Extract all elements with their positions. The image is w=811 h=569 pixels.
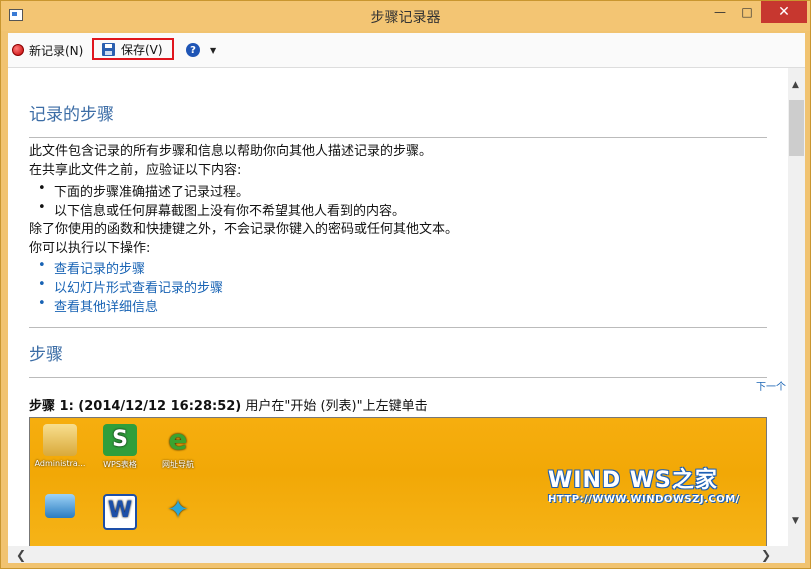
bullet-item: 下面的步骤准确描述了记录过程。 <box>38 181 249 200</box>
title-bar: 步骤记录器 — □ ✕ <box>1 1 810 31</box>
next-link[interactable]: 下一个 <box>756 378 786 393</box>
scroll-right-icon[interactable]: ❯ <box>761 548 771 562</box>
can-do-text: 你可以执行以下操作: <box>29 241 151 256</box>
chevron-down-icon[interactable]: ▼ <box>210 46 216 55</box>
logo-url: HTTP://WWW.WINDOWSZJ.COM/ <box>548 494 740 505</box>
toolbar: 新记录(N) 保存(V) ? ▼ <box>8 33 805 68</box>
desktop-icon-label: WPS表格 <box>103 460 137 469</box>
save-button[interactable]: 保存(V) <box>92 38 174 60</box>
vertical-scrollbar[interactable]: ▲ ▼ <box>788 68 805 546</box>
desktop-icon-label: Administra... <box>34 459 86 468</box>
maximize-button[interactable]: □ <box>734 1 760 23</box>
link-slideshow[interactable]: 以幻灯片形式查看记录的步骤 <box>38 277 223 296</box>
user-folder-icon <box>43 424 77 456</box>
intro-text: 此文件包含记录的所有步骤和信息以帮助你向其他人描述记录的步骤。 <box>29 144 433 159</box>
section-title-recorded-steps: 记录的步骤 <box>29 105 114 125</box>
minimize-button[interactable]: — <box>707 1 733 23</box>
step-description: 用户在"开始 (列表)"上左键单击 <box>241 399 428 414</box>
window-title: 步骤记录器 <box>370 10 441 26</box>
desktop-icon-bird: ✦ <box>148 494 208 529</box>
scroll-thumb[interactable] <box>789 100 804 156</box>
desktop-icon-label: 网址导航 <box>162 460 194 469</box>
close-button[interactable]: ✕ <box>761 1 807 23</box>
desktop-icon-administrator: Administra... <box>30 424 90 468</box>
close-icon: ✕ <box>778 4 790 20</box>
minimize-icon: — <box>714 5 726 19</box>
horizontal-scrollbar[interactable]: ❮ ❯ <box>8 546 805 563</box>
desktop-icon-nav: e 网址导航 <box>148 424 208 470</box>
divider <box>29 377 767 378</box>
desktop-icon-computer <box>30 494 90 521</box>
save-label: 保存(V) <box>121 42 163 57</box>
scroll-up-icon[interactable]: ▲ <box>792 80 799 90</box>
desktop-icon-wps-writer: W <box>90 494 150 533</box>
desktop-icon-wps-table: S WPS表格 <box>90 424 150 470</box>
new-record-button[interactable]: 新记录(N) <box>12 39 83 61</box>
document-view: 记录的步骤 此文件包含记录的所有步骤和信息以帮助你向其他人描述记录的步骤。 在共… <box>8 68 788 546</box>
new-record-label: 新记录(N) <box>29 43 84 58</box>
record-icon <box>12 44 24 56</box>
section-title-steps: 步骤 <box>29 345 63 365</box>
wps-writer-icon: W <box>103 494 137 530</box>
app-window: 步骤记录器 — □ ✕ 新记录(N) 保存(V) ? ▼ 记录的步骤 此文件包含… <box>0 0 811 569</box>
step-screenshot: Administra... S WPS表格 e 网址导航 W ✦ WIND WS… <box>29 417 767 546</box>
help-icon: ? <box>186 43 200 57</box>
help-button[interactable]: ? ▼ <box>186 39 216 61</box>
bird-app-icon: ✦ <box>167 495 189 525</box>
computer-icon <box>45 494 75 518</box>
link-details[interactable]: 查看其他详细信息 <box>38 296 158 315</box>
link-view-steps[interactable]: 查看记录的步骤 <box>38 258 145 277</box>
wps-spreadsheet-icon: S <box>103 424 137 456</box>
maximize-icon: □ <box>741 5 753 19</box>
exclude-text: 除了你使用的函数和快捷键之外，不会记录你键入的密码或任何其他文本。 <box>29 222 459 237</box>
windows-home-logo: WIND WS之家 <box>548 468 718 493</box>
scroll-left-icon[interactable]: ❮ <box>16 548 26 562</box>
browser-e-icon: e <box>168 423 188 456</box>
verify-text: 在共享此文件之前，应验证以下内容: <box>29 163 242 178</box>
step-header: 步骤 1: (2014/12/12 16:28:52) 用户在"开始 (列表)"… <box>29 395 428 414</box>
bullet-item: 以下信息或任何屏幕截图上没有你不希望其他人看到的内容。 <box>38 200 405 219</box>
step-label: 步骤 1: (2014/12/12 16:28:52) <box>29 399 242 414</box>
floppy-disk-icon <box>102 42 115 56</box>
divider <box>29 137 767 138</box>
divider <box>29 327 767 328</box>
scroll-down-icon[interactable]: ▼ <box>792 516 799 526</box>
